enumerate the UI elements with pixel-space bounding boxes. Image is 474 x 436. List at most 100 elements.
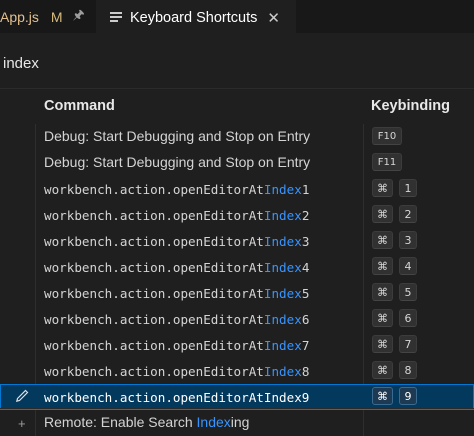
- table-row[interactable]: workbench.action.openEditorAtIndex2 ⌘ 2: [0, 202, 474, 228]
- close-icon[interactable]: ✕: [267, 9, 280, 27]
- key-cap: 3: [399, 231, 417, 249]
- command-label: Debug: Start Debugging and Stop on Entry: [44, 154, 310, 170]
- search-value: index: [3, 54, 39, 72]
- column-separator: [363, 124, 364, 150]
- column-separator: [35, 228, 36, 254]
- keybinding: F11: [372, 153, 402, 171]
- tab-app-js[interactable]: App.js M 🖈: [0, 0, 94, 33]
- command-text: 8: [301, 364, 310, 379]
- command-label: workbench.action.openEditorAtIndex5: [44, 286, 309, 301]
- key-cap: ⌘: [372, 179, 393, 197]
- command-text: workbench.action.openEditorAt: [44, 312, 264, 327]
- keybinding: ⌘ 7: [372, 335, 417, 353]
- modified-indicator: M: [50, 8, 63, 25]
- command-text: 5: [301, 286, 310, 301]
- command-label: Remote: Enable Search Indexing: [44, 414, 249, 430]
- divider: [0, 408, 474, 409]
- key-cap: ⌘: [372, 361, 393, 379]
- column-separator: [35, 202, 36, 228]
- keybinding: ⌘ 8: [372, 361, 417, 379]
- command-label: workbench.action.openEditorAtIndex2: [44, 208, 309, 223]
- column-separator: [363, 202, 364, 228]
- command-text: 3: [301, 234, 310, 249]
- keybinding: ⌘ 2: [372, 205, 417, 223]
- tab-keyboard-shortcuts[interactable]: Keyboard Shortcuts ✕: [96, 0, 296, 34]
- column-separator: [35, 176, 36, 202]
- table-row[interactable]: workbench.action.openEditorAtIndex9 ⌘ 9: [0, 384, 474, 410]
- table-row[interactable]: workbench.action.openEditorAtIndex3 ⌘ 3: [0, 228, 474, 254]
- key-cap: 2: [399, 205, 417, 223]
- table-row[interactable]: Debug: Start Debugging and Stop on Entry…: [0, 124, 474, 150]
- command-text: workbench.action.openEditorAt: [44, 182, 264, 197]
- search-match-highlight: Index: [263, 260, 302, 275]
- search-input[interactable]: index: [0, 50, 39, 76]
- table-row[interactable]: workbench.action.openEditorAtIndex5 ⌘ 5: [0, 280, 474, 306]
- command-label: workbench.action.openEditorAtIndex7: [44, 338, 309, 353]
- command-text: workbench.action.openEditorAt: [44, 338, 264, 353]
- keybinding: ⌘ 6: [372, 309, 417, 327]
- table-row[interactable]: workbench.action.openEditorAtIndex7 ⌘ 7: [0, 332, 474, 358]
- column-separator: [35, 254, 36, 280]
- key-cap: ⌘: [372, 387, 393, 405]
- search-match-highlight: Index: [263, 234, 302, 249]
- table-row[interactable]: Remote: Enable Search Indexing: [0, 410, 474, 436]
- column-separator: [35, 410, 36, 436]
- command-label: workbench.action.openEditorAtIndex3: [44, 234, 309, 249]
- column-separator: [35, 358, 36, 384]
- column-separator: [363, 410, 364, 436]
- key-cap: F10: [372, 127, 402, 145]
- pencil-icon[interactable]: [14, 388, 30, 404]
- key-cap: ⌘: [372, 257, 393, 275]
- column-separator: [35, 150, 36, 176]
- command-text: workbench.action.openEditorAt: [44, 286, 264, 301]
- search-match-highlight: Index: [263, 182, 302, 197]
- pin-icon[interactable]: 🖈: [73, 6, 85, 28]
- key-cap: ⌘: [372, 335, 393, 353]
- key-cap: 8: [399, 361, 417, 379]
- command-label: workbench.action.openEditorAtIndex4: [44, 260, 309, 275]
- keybinding: F10: [372, 127, 402, 145]
- key-cap: ⌘: [372, 283, 393, 301]
- key-cap: ⌘: [372, 309, 393, 327]
- search-match-highlight: Index: [263, 338, 302, 353]
- command-text: workbench.action.openEditorAtIndex9: [44, 390, 310, 405]
- column-separator: [35, 332, 36, 358]
- column-separator: [363, 358, 364, 384]
- command-label: workbench.action.openEditorAtIndex9: [44, 390, 309, 405]
- table-row[interactable]: workbench.action.openEditorAtIndex1 ⌘ 1: [0, 176, 474, 202]
- keybinding: ⌘ 5: [372, 283, 417, 301]
- keybinding: ⌘ 4: [372, 257, 417, 275]
- column-separator: [363, 280, 364, 306]
- command-text: 1: [301, 182, 310, 197]
- divider: [0, 88, 474, 89]
- key-cap: ⌘: [372, 205, 393, 223]
- table-row[interactable]: Debug: Start Debugging and Stop on Entry…: [0, 150, 474, 176]
- keyboard-icon: [110, 12, 122, 23]
- command-text: workbench.action.openEditorAt: [44, 234, 264, 249]
- key-cap: ⌘: [372, 231, 393, 249]
- search-match-highlight: Index: [263, 208, 302, 223]
- table-row[interactable]: workbench.action.openEditorAtIndex 6 ⌘ 6: [0, 306, 474, 332]
- keybinding: ⌘ 1: [372, 179, 417, 197]
- column-header-keybinding[interactable]: Keybinding: [371, 98, 450, 114]
- key-cap: F11: [372, 153, 402, 171]
- column-separator: [363, 332, 364, 358]
- column-separator: [35, 280, 36, 306]
- tab-label: Keyboard Shortcuts: [130, 9, 258, 26]
- column-header-command[interactable]: Command: [44, 98, 115, 114]
- command-text: 2: [301, 208, 310, 223]
- command-text: ing: [230, 414, 250, 430]
- table-row[interactable]: workbench.action.openEditorAtIndex8 ⌘ 8: [0, 358, 474, 384]
- search-match-highlight: Index: [263, 364, 302, 379]
- column-separator: [363, 306, 364, 332]
- key-cap: 6: [399, 309, 417, 327]
- column-separator: [363, 254, 364, 280]
- command-label: Debug: Start Debugging and Stop on Entry: [44, 128, 310, 144]
- column-separator: [363, 150, 364, 176]
- command-text: Remote: Enable Search: [44, 414, 197, 430]
- key-cap: 1: [399, 179, 417, 197]
- search-match-highlight: Index: [263, 312, 302, 327]
- column-separator: [363, 228, 364, 254]
- command-label: workbench.action.openEditorAtIndex1: [44, 182, 309, 197]
- table-row[interactable]: workbench.action.openEditorAtIndex4 ⌘ 4: [0, 254, 474, 280]
